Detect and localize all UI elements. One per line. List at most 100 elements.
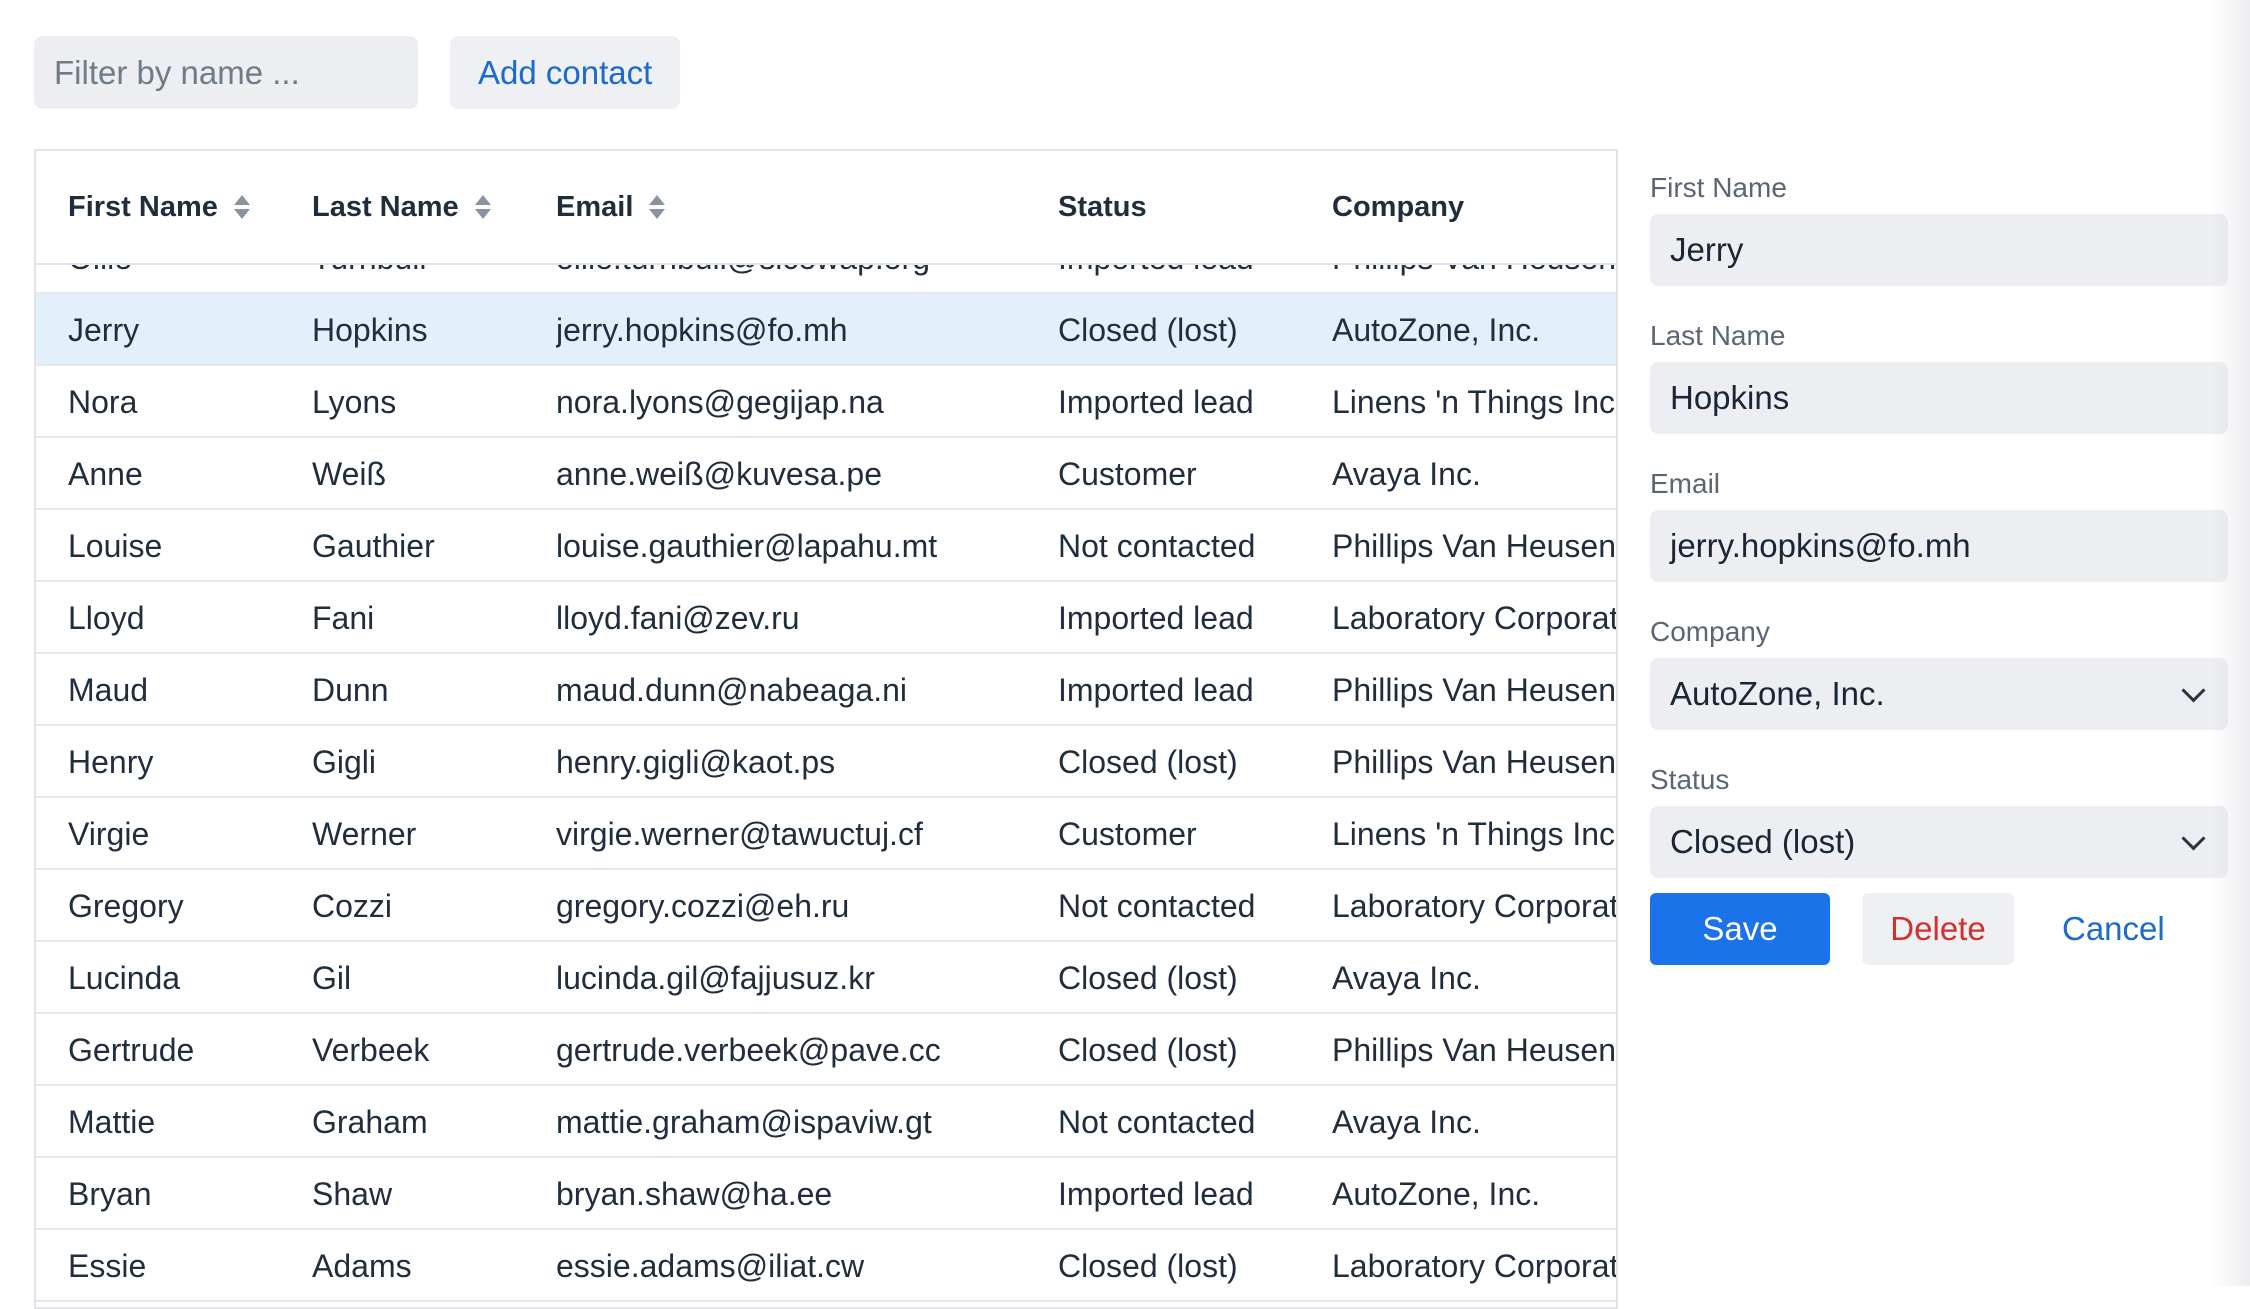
- status-select[interactable]: Closed (lost): [1650, 806, 2228, 878]
- cell-company: AutoZone, Inc.: [1332, 312, 1541, 348]
- cell-status: Imported lead: [1058, 1176, 1254, 1212]
- company-select[interactable]: AutoZone, Inc.: [1650, 658, 2228, 730]
- last-name-label: Last Name: [1650, 320, 1786, 351]
- cell-first-name: Louise: [68, 528, 163, 564]
- email-field-group: Email jerry.hopkins@fo.mh: [1650, 466, 2228, 582]
- cell-company: Phillips Van Heusen: [1332, 744, 1617, 780]
- cell-company: Linens 'n Things Inc: [1332, 816, 1616, 852]
- sort-icon[interactable]: [474, 194, 491, 220]
- company-field-group: Company AutoZone, Inc.: [1650, 614, 2228, 730]
- column-header-label: Company: [1332, 191, 1465, 223]
- cell-first-name: Lucinda: [68, 960, 181, 996]
- table-row[interactable]: Essie Adams essie.adams@iliat.cw Closed (lo…: [36, 1230, 1616, 1302]
- cell-company: AutoZone, Inc.: [1332, 1176, 1541, 1212]
- cell-last-name: Hopkins: [312, 312, 428, 348]
- cell-status: Imported lead: [1058, 384, 1254, 420]
- last-name-input[interactable]: Hopkins: [1650, 362, 2228, 434]
- cell-status: Not contacted: [1058, 528, 1256, 564]
- cell-email: lloyd.fani@zev.ru: [556, 600, 800, 636]
- cell-status: Closed (lost): [1058, 312, 1238, 348]
- toolbar: Add contact: [34, 36, 681, 109]
- filter-by-name-input[interactable]: [34, 36, 418, 109]
- table-row[interactable]: Henry Gigli henry.gigli@kaot.ps Closed (los…: [36, 726, 1616, 798]
- cell-last-name: Gigli: [312, 744, 377, 780]
- contact-editor: First Name Jerry Last Name Hopkins Email…: [1650, 170, 2228, 965]
- column-header-label: Email: [556, 191, 634, 223]
- cell-company: Phillips Van Heusen: [1332, 528, 1617, 564]
- table-row[interactable]: Anne Weiß anne.weiß@kuvesa.pe Customer Avaya…: [36, 438, 1616, 510]
- cell-status: Closed (lost): [1058, 1248, 1238, 1284]
- cell-last-name: Werner: [312, 816, 417, 852]
- column-header-label: Last Name: [312, 191, 459, 223]
- cell-status: Imported lead: [1058, 672, 1254, 708]
- cell-first-name: Maud: [68, 672, 149, 708]
- cell-last-name: Fani: [312, 600, 375, 636]
- sort-icon[interactable]: [233, 194, 250, 220]
- table-row[interactable]: Gertrude Verbeek gertrude.verbeek@pave.cc C…: [36, 1014, 1616, 1086]
- table-row[interactable]: Lloyd Fani lloyd.fani@zev.ru Imported lead L…: [36, 582, 1616, 654]
- table-row[interactable]: Lucinda Gil lucinda.gil@fajjusuz.kr Closed …: [36, 942, 1616, 1014]
- cell-email: mattie.graham@ispaviw.gt: [556, 1104, 932, 1140]
- contacts-grid: First Name Last Name Email Status Compan…: [34, 149, 1618, 1309]
- email-label: Email: [1650, 468, 1721, 499]
- cell-first-name: Essie: [68, 1248, 147, 1284]
- cell-last-name: Shaw: [312, 1176, 393, 1212]
- table-row[interactable]: Bryan Shaw bryan.shaw@ha.ee Imported lead Au…: [36, 1158, 1616, 1230]
- column-header-first-name[interactable]: First Name: [68, 151, 278, 263]
- cell-first-name: Henry: [68, 744, 154, 780]
- column-header-company: Company: [1332, 151, 1616, 263]
- cell-company: Phillips Van Heusen: [1332, 1032, 1617, 1068]
- cell-last-name: Gil: [312, 960, 352, 996]
- cell-status: Closed (lost): [1058, 744, 1238, 780]
- first-name-label: First Name: [1650, 172, 1787, 203]
- status-select-value: Closed (lost): [1670, 823, 1856, 860]
- cell-first-name: Anne: [68, 456, 143, 492]
- first-name-input[interactable]: Jerry: [1650, 214, 2228, 286]
- column-header-email[interactable]: Email: [556, 151, 1036, 263]
- cell-company: Avaya Inc.: [1332, 1104, 1481, 1140]
- panel-edge-shadow: [2210, 0, 2250, 1286]
- cell-status: Closed (lost): [1058, 960, 1238, 996]
- company-select-value: AutoZone, Inc.: [1670, 675, 1885, 712]
- cell-first-name: Nora: [68, 384, 138, 420]
- cell-status: Customer: [1058, 816, 1197, 852]
- save-button[interactable]: Save: [1650, 893, 1830, 965]
- cell-last-name: Cozzi: [312, 888, 393, 924]
- cell-status: Imported lead: [1058, 600, 1254, 636]
- table-row[interactable]: Gregory Cozzi gregory.cozzi@eh.ru Not conta…: [36, 870, 1616, 942]
- chevron-down-icon: [2181, 678, 2206, 703]
- cell-company: Laboratory Corporation: [1332, 1248, 1618, 1284]
- cell-first-name: Jerry: [68, 312, 140, 348]
- cell-email: anne.weiß@kuvesa.pe: [556, 456, 882, 492]
- cell-email: jerry.hopkins@fo.mh: [556, 312, 848, 348]
- status-field-group: Status Closed (lost): [1650, 762, 2228, 878]
- email-input[interactable]: jerry.hopkins@fo.mh: [1650, 510, 2228, 582]
- grid-header: First Name Last Name Email Status Compan…: [36, 151, 1616, 265]
- grid-body: OllieTurnbullollie.turnbull@sicewap.orgI…: [36, 240, 1616, 1307]
- cell-first-name: Lloyd: [68, 600, 145, 636]
- table-row[interactable]: Louise Gauthier louise.gauthier@lapahu.mt N…: [36, 510, 1616, 582]
- cell-last-name: Dunn: [312, 672, 389, 708]
- last-name-field-group: Last Name Hopkins: [1650, 318, 2228, 434]
- cell-company: Laboratory Corporation: [1332, 888, 1618, 924]
- table-row[interactable]: Maud Dunn maud.dunn@nabeaga.ni Imported lea…: [36, 654, 1616, 726]
- column-header-label: First Name: [68, 191, 218, 223]
- cell-company: Laboratory Corporation: [1332, 600, 1618, 636]
- column-header-last-name[interactable]: Last Name: [312, 151, 512, 263]
- cancel-button[interactable]: Cancel: [2046, 893, 2181, 965]
- table-row[interactable]: Nora Lyons nora.lyons@gegijap.na Imported l…: [36, 366, 1616, 438]
- cell-last-name: Adams: [312, 1248, 412, 1284]
- table-row[interactable]: Virgie Werner virgie.werner@tawuctuj.cf Cus…: [36, 798, 1616, 870]
- cell-first-name: Virgie: [68, 816, 150, 852]
- column-header-status: Status: [1058, 151, 1318, 263]
- cell-last-name: Graham: [312, 1104, 428, 1140]
- cell-email: lucinda.gil@fajjusuz.kr: [556, 960, 875, 996]
- table-row[interactable]: Mattie Graham mattie.graham@ispaviw.gt Not …: [36, 1086, 1616, 1158]
- cell-last-name: Weiß: [312, 456, 387, 492]
- cell-first-name: Bryan: [68, 1176, 152, 1212]
- cell-email: gertrude.verbeek@pave.cc: [556, 1032, 941, 1068]
- add-contact-button[interactable]: Add contact: [450, 36, 681, 109]
- sort-icon[interactable]: [649, 194, 666, 220]
- delete-button[interactable]: Delete: [1862, 893, 2014, 965]
- table-row[interactable]: Jerry Hopkins jerry.hopkins@fo.mh Closed (l…: [36, 294, 1616, 366]
